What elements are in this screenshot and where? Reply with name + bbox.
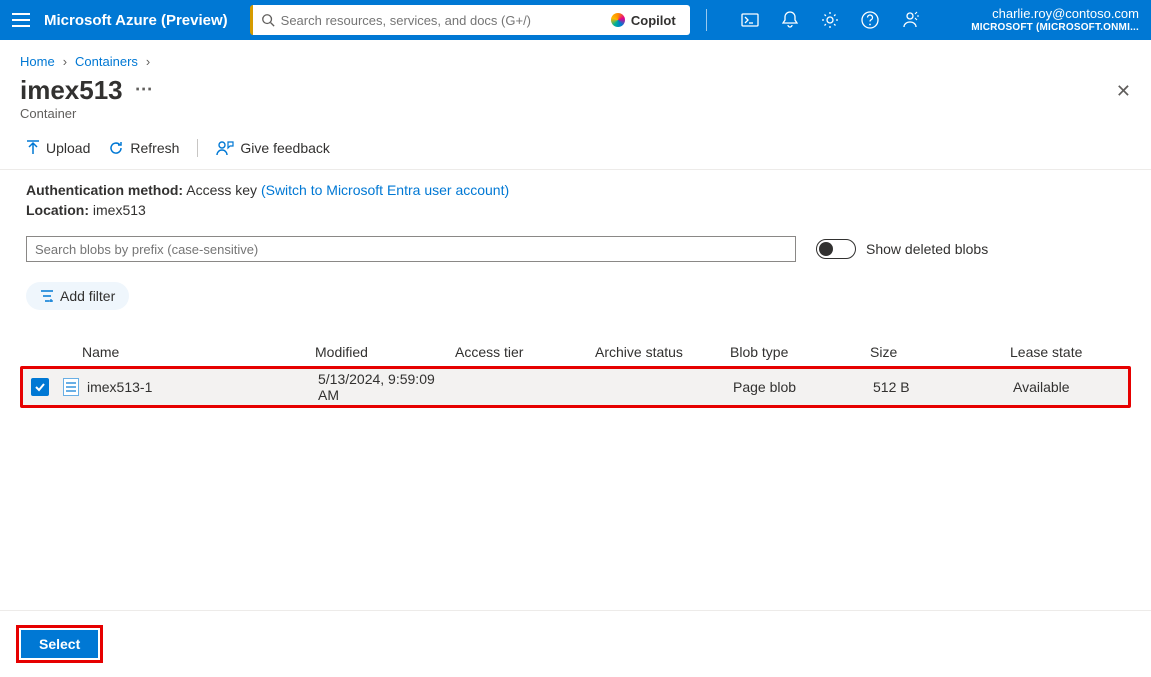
highlighted-row: imex513-1 5/13/2024, 9:59:09 AM Page blo… [20, 366, 1131, 408]
breadcrumb-containers[interactable]: Containers [75, 54, 138, 69]
col-modified[interactable]: Modified [315, 344, 455, 360]
title-row: imex513 ⋯ ✕ [0, 73, 1151, 106]
person-feedback-icon [216, 140, 234, 156]
cell-modified: 5/13/2024, 9:59:09 AM [318, 371, 458, 403]
col-name[interactable]: Name [60, 344, 315, 360]
cloud-shell-icon[interactable] [731, 0, 769, 40]
col-access-tier[interactable]: Access tier [455, 344, 595, 360]
file-icon [63, 378, 79, 396]
cell-name[interactable]: imex513-1 [87, 379, 152, 395]
location-label: Location: [26, 202, 89, 218]
help-icon[interactable] [851, 0, 889, 40]
settings-icon[interactable] [811, 0, 849, 40]
upload-icon [26, 140, 40, 156]
cell-blob-type: Page blob [733, 379, 873, 395]
account-menu[interactable]: charlie.roy@contoso.com MICROSOFT (MICRO… [971, 7, 1143, 33]
auth-value: Access key [186, 182, 257, 198]
top-bar: Microsoft Azure (Preview) Copilot cha [0, 0, 1151, 40]
brand-label[interactable]: Microsoft Azure (Preview) [44, 12, 228, 29]
upload-label: Upload [46, 140, 90, 156]
blob-search-input[interactable] [26, 236, 796, 262]
menu-icon[interactable] [12, 9, 34, 31]
copilot-label: Copilot [631, 13, 676, 28]
global-search[interactable]: Copilot [250, 5, 690, 35]
global-search-input[interactable] [275, 5, 601, 35]
refresh-button[interactable]: Refresh [108, 140, 179, 156]
chevron-right-icon: › [63, 54, 67, 69]
add-filter-label: Add filter [60, 288, 115, 304]
info-block: Authentication method: Access key (Switc… [0, 170, 1151, 218]
refresh-label: Refresh [130, 140, 179, 156]
grid-header: Name Modified Access tier Archive status… [20, 338, 1131, 366]
upload-button[interactable]: Upload [26, 140, 90, 156]
col-blob-type[interactable]: Blob type [730, 344, 870, 360]
breadcrumb: Home › Containers › [0, 40, 1151, 73]
divider [706, 9, 707, 31]
cell-size: 512 B [873, 379, 1013, 395]
select-highlight: Select [16, 625, 103, 663]
close-icon[interactable]: ✕ [1116, 75, 1131, 102]
auth-label: Authentication method: [26, 182, 183, 198]
top-icon-bar [731, 0, 929, 40]
footer: Select [0, 610, 1151, 677]
page-subtitle: Container [0, 106, 1151, 131]
table-row[interactable]: imex513-1 5/13/2024, 9:59:09 AM Page blo… [23, 369, 1128, 405]
location-value: imex513 [93, 202, 146, 218]
notifications-icon[interactable] [771, 0, 809, 40]
more-icon[interactable]: ⋯ [135, 80, 153, 98]
search-icon [261, 13, 275, 27]
col-lease-state[interactable]: Lease state [1010, 344, 1131, 360]
show-deleted-label: Show deleted blobs [866, 241, 988, 257]
feedback-icon[interactable] [891, 0, 929, 40]
refresh-icon [108, 140, 124, 156]
separator [197, 139, 198, 157]
blob-grid: Name Modified Access tier Archive status… [20, 338, 1131, 408]
show-deleted-toggle[interactable] [816, 239, 856, 259]
page-title: imex513 [20, 75, 123, 106]
cell-lease-state: Available [1013, 379, 1128, 395]
filter-row: Show deleted blobs [0, 222, 1151, 262]
filter-icon [40, 290, 54, 302]
account-tenant: MICROSOFT (MICROSOFT.ONMI... [971, 22, 1139, 34]
copilot-icon [611, 13, 625, 27]
col-size[interactable]: Size [870, 344, 1010, 360]
command-bar: Upload Refresh Give feedback [0, 131, 1151, 170]
col-archive-status[interactable]: Archive status [595, 344, 730, 360]
feedback-button[interactable]: Give feedback [216, 140, 330, 156]
account-email: charlie.roy@contoso.com [971, 7, 1139, 22]
feedback-label: Give feedback [240, 140, 330, 156]
auth-switch-link[interactable]: (Switch to Microsoft Entra user account) [261, 182, 509, 198]
row-checkbox[interactable] [31, 378, 49, 396]
breadcrumb-home[interactable]: Home [20, 54, 55, 69]
chevron-right-icon: › [146, 54, 150, 69]
copilot-button[interactable]: Copilot [601, 8, 686, 32]
select-button[interactable]: Select [21, 630, 98, 658]
add-filter-button[interactable]: Add filter [26, 282, 129, 310]
